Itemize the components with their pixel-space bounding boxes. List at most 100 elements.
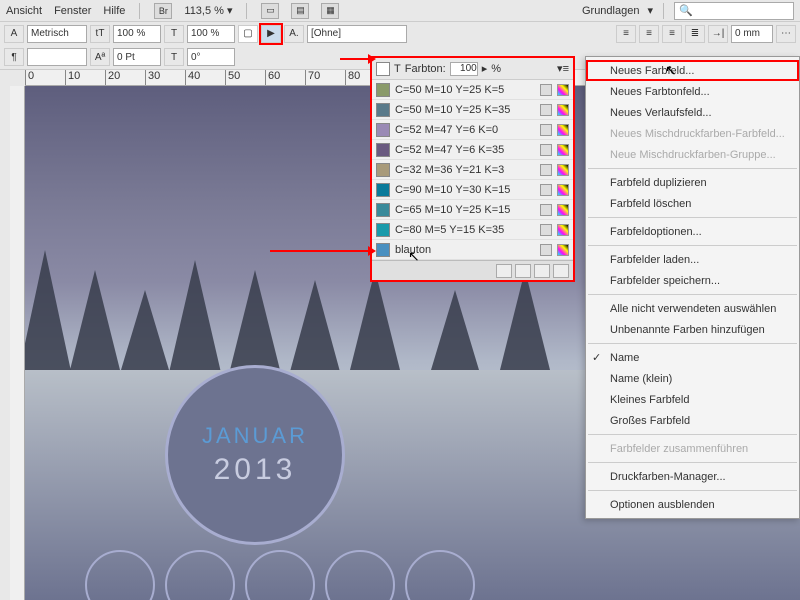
swatch-name: C=52 M=47 Y=6 K=0 <box>395 124 535 136</box>
view-icon[interactable]: ▦ <box>321 3 339 19</box>
menu-ansicht[interactable]: Ansicht <box>6 5 42 17</box>
month-circle: JANUAR 2013 <box>165 365 345 545</box>
more-icon[interactable]: ⋯ <box>776 25 796 43</box>
swatch-row[interactable]: C=80 M=5 Y=15 K=35 <box>372 220 573 240</box>
indent-icon[interactable]: →| <box>708 25 728 43</box>
workspace-label[interactable]: Grundlagen <box>582 5 640 17</box>
search-input[interactable]: 🔍 <box>674 2 794 20</box>
unit-select[interactable]: Metrisch <box>27 25 87 43</box>
dropdown-icon[interactable]: ▾ <box>647 4 653 17</box>
separator <box>663 3 664 19</box>
color-type-icon <box>540 224 552 236</box>
cursor-icon: ↖ <box>408 248 420 265</box>
show-icon[interactable] <box>496 264 512 278</box>
color-type-icon <box>540 184 552 196</box>
t-icon[interactable]: T <box>394 63 401 75</box>
vscale[interactable]: 100 % <box>187 25 235 43</box>
swatch-row[interactable]: C=50 M=10 Y=25 K=5 <box>372 80 573 100</box>
swatch-name: C=50 M=10 Y=25 K=5 <box>395 84 535 96</box>
menu-item[interactable]: Name (klein) <box>586 368 799 389</box>
menu-item[interactable]: Farbfeld duplizieren <box>586 172 799 193</box>
baseline-icon[interactable]: Aª <box>90 48 110 66</box>
swatch-color <box>376 103 390 117</box>
swatch-name: C=90 M=10 Y=30 K=15 <box>395 184 535 196</box>
swatch-row[interactable]: C=52 M=47 Y=6 K=35 <box>372 140 573 160</box>
flyout-icon[interactable]: ▾≡ <box>557 62 569 75</box>
menu-fenster[interactable]: Fenster <box>54 5 91 17</box>
swatch-list[interactable]: C=50 M=10 Y=25 K=5 C=50 M=10 Y=25 K=35 C=5… <box>372 80 573 260</box>
menu-item[interactable]: Unbenannte Farben hinzufügen <box>586 319 799 340</box>
skew-val[interactable]: 0° <box>187 48 235 66</box>
swatch-row[interactable]: C=90 M=10 Y=30 K=15 <box>372 180 573 200</box>
color-mode-icon <box>557 144 569 156</box>
baseline-val[interactable]: 0 Pt <box>113 48 161 66</box>
fill-swatch-icon[interactable] <box>376 62 390 76</box>
align-right-icon[interactable]: ≡ <box>662 25 682 43</box>
swatch-row[interactable]: C=50 M=10 Y=25 K=35 <box>372 100 573 120</box>
menu-separator <box>588 168 797 169</box>
lang-select[interactable] <box>27 48 87 66</box>
swatch-color <box>376 203 390 217</box>
menu-item[interactable]: Farbfeld löschen <box>586 193 799 214</box>
swatch-row[interactable]: C=65 M=10 Y=25 K=15 <box>372 200 573 220</box>
menu-separator <box>588 294 797 295</box>
separator <box>246 3 247 19</box>
new-swatch-icon[interactable] <box>534 264 550 278</box>
hscale[interactable]: 100 % <box>113 25 161 43</box>
menu-item[interactable]: Farbfeldoptionen... <box>586 221 799 242</box>
fill-arrow-icon[interactable]: ▶ <box>261 25 281 43</box>
screen-mode-icon[interactable]: ▭ <box>261 3 279 19</box>
menu-item[interactable]: Farbfelder speichern... <box>586 270 799 291</box>
tint-input[interactable] <box>450 62 478 76</box>
menu-item[interactable]: Neues Farbtonfeld... <box>586 81 799 102</box>
zoom-control[interactable]: 113,5 %▾ <box>184 4 232 17</box>
swatches-header: T Farbton: ▸ % ▾≡ <box>372 58 573 80</box>
ruler-vertical <box>10 86 25 600</box>
tint-arrow-icon[interactable]: ▸ <box>482 62 488 75</box>
menu-item[interactable]: Farbfelder laden... <box>586 249 799 270</box>
tt-icon[interactable]: tT <box>90 25 110 43</box>
menu-item[interactable]: Name <box>586 347 799 368</box>
swatch-row[interactable]: C=32 M=36 Y=21 K=3 <box>372 160 573 180</box>
menu-item[interactable]: Alle nicht verwendeten auswählen <box>586 298 799 319</box>
swatch-color <box>376 143 390 157</box>
trash-icon[interactable] <box>553 264 569 278</box>
color-mode-icon <box>557 244 569 256</box>
t-icon[interactable]: T <box>164 25 184 43</box>
menu-item[interactable]: Neues Verlaufsfeld... <box>586 102 799 123</box>
color-type-icon <box>540 164 552 176</box>
align-left-icon[interactable]: ≡ <box>616 25 636 43</box>
menu-item[interactable]: Großes Farbfeld <box>586 410 799 431</box>
menu-item[interactable]: Druckfarben-Manager... <box>586 466 799 487</box>
skew-icon[interactable]: T <box>164 48 184 66</box>
color-type-icon <box>540 244 552 256</box>
indent-value[interactable]: 0 mm <box>731 25 773 43</box>
menu-separator <box>588 462 797 463</box>
new-swatch-icon[interactable] <box>515 264 531 278</box>
char-panel-icon[interactable]: A <box>4 25 24 43</box>
color-mode-icon <box>557 84 569 96</box>
swatch-name: C=65 M=10 Y=25 K=15 <box>395 204 535 216</box>
fill-icon[interactable]: ▢ <box>238 25 258 43</box>
char-a-icon[interactable]: A. <box>284 25 304 43</box>
swatch-row[interactable]: blauton <box>372 240 573 260</box>
zoom-value: 113,5 % <box>184 5 224 17</box>
menu-item[interactable]: Optionen ausblenden <box>586 494 799 515</box>
tint-label: Farbton: <box>405 63 446 75</box>
menu-item[interactable]: Neues Farbfeld... <box>586 60 799 81</box>
menu-item[interactable]: Kleines Farbfeld <box>586 389 799 410</box>
justify-icon[interactable]: ≣ <box>685 25 705 43</box>
year-label: 2013 <box>214 453 297 487</box>
color-mode-icon <box>557 224 569 236</box>
dropdown-icon[interactable]: ▾ <box>227 4 233 17</box>
swatch-row[interactable]: C=52 M=47 Y=6 K=0 <box>372 120 573 140</box>
arrange-icon[interactable]: ▤ <box>291 3 309 19</box>
menu-separator <box>588 434 797 435</box>
bridge-icon[interactable]: Br <box>154 3 172 19</box>
para-icon[interactable]: ¶ <box>4 48 24 66</box>
charstyle-select[interactable]: [Ohne] <box>307 25 407 43</box>
color-type-icon <box>540 144 552 156</box>
menu-hilfe[interactable]: Hilfe <box>103 5 125 17</box>
align-center-icon[interactable]: ≡ <box>639 25 659 43</box>
menu-separator <box>588 343 797 344</box>
